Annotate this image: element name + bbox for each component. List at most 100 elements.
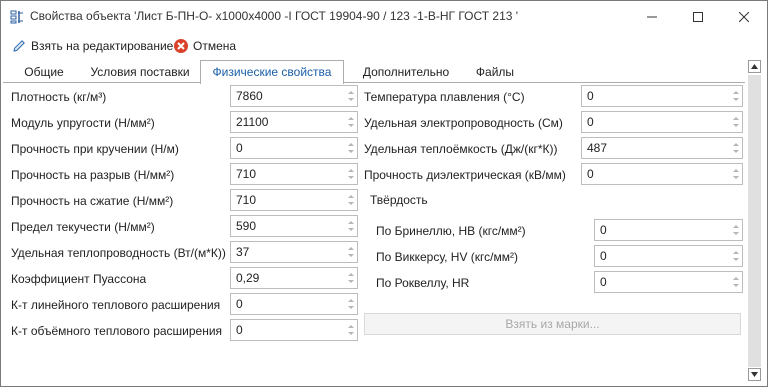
spin-down-icon bbox=[348, 254, 354, 257]
poisson-ratio-input[interactable]: 0,29 bbox=[230, 267, 358, 289]
spin-control[interactable] bbox=[730, 112, 742, 132]
yield-strength-input[interactable]: 590 bbox=[230, 215, 358, 237]
spin-control[interactable] bbox=[345, 138, 357, 158]
spin-control[interactable] bbox=[730, 246, 742, 266]
spin-control[interactable] bbox=[345, 242, 357, 262]
vickers-label: По Виккерсу, HV (кгс/мм²) bbox=[376, 250, 518, 264]
spin-up-icon bbox=[348, 169, 354, 172]
scroll-up-icon bbox=[751, 64, 758, 69]
tab-delivery-conditions[interactable]: Условия поставки bbox=[81, 62, 199, 83]
spin-up-icon bbox=[733, 169, 739, 172]
tab-files[interactable]: Файлы bbox=[465, 62, 525, 83]
brinell-label: По Бринеллю, НВ (кгс/мм²) bbox=[376, 224, 526, 238]
spin-control[interactable] bbox=[345, 216, 357, 236]
close-icon bbox=[739, 11, 749, 22]
dielectric-strength-label: Прочность диэлектрическая (кВ/мм) bbox=[364, 168, 566, 182]
minimize-icon bbox=[647, 16, 657, 17]
take-from-grade-button[interactable]: Взять из марки... bbox=[364, 313, 741, 335]
spin-control[interactable] bbox=[730, 220, 742, 240]
title-bar: Свойства объекта 'Лист Б-ПН-О- х1000х400… bbox=[1, 1, 767, 32]
spin-down-icon bbox=[733, 150, 739, 153]
spin-down-icon bbox=[348, 150, 354, 153]
torsion-strength-label: Прочность при кручении (Н/м) bbox=[11, 142, 179, 156]
density-label: Плотность (кг/м³) bbox=[11, 90, 107, 104]
density-input[interactable]: 7860 bbox=[230, 85, 358, 107]
app-icon bbox=[10, 10, 23, 24]
poisson-ratio-label: Коэффициент Пуассона bbox=[11, 272, 147, 286]
spin-down-icon bbox=[348, 124, 354, 127]
scroll-down-button[interactable] bbox=[748, 368, 761, 381]
electrical-conductivity-value: 0 bbox=[587, 115, 594, 129]
tensile-strength-label: Прочность на разрыв (Н/мм²) bbox=[11, 168, 175, 182]
compressive-strength-input[interactable]: 710 bbox=[230, 189, 358, 211]
spin-up-icon bbox=[733, 117, 739, 120]
melting-temp-value: 0 bbox=[587, 89, 594, 103]
volume-expansion-input[interactable]: 0 bbox=[230, 319, 358, 341]
tensile-strength-input[interactable]: 710 bbox=[230, 163, 358, 185]
spin-up-icon bbox=[348, 143, 354, 146]
volume-expansion-label: К-т объёмного теплового расширения bbox=[11, 324, 223, 338]
volume-expansion-value: 0 bbox=[236, 323, 243, 337]
spin-up-icon bbox=[733, 277, 739, 280]
spin-down-icon bbox=[348, 98, 354, 101]
spin-down-icon bbox=[733, 284, 739, 287]
spin-control[interactable] bbox=[345, 164, 357, 184]
spin-control[interactable] bbox=[730, 272, 742, 292]
thermal-conductivity-input[interactable]: 37 bbox=[230, 241, 358, 263]
spin-control[interactable] bbox=[345, 320, 357, 340]
elastic-modulus-value: 21100 bbox=[236, 115, 269, 129]
spin-down-icon bbox=[348, 176, 354, 179]
window-title: Свойства объекта 'Лист Б-ПН-О- х1000х400… bbox=[30, 9, 519, 23]
spin-up-icon bbox=[733, 251, 739, 254]
spin-up-icon bbox=[348, 117, 354, 120]
physical-properties-panel: Плотность (кг/м³) 7860 Модуль упругости … bbox=[3, 83, 745, 386]
melting-temp-input[interactable]: 0 bbox=[581, 85, 743, 107]
maximize-button[interactable] bbox=[675, 1, 721, 32]
electrical-conductivity-input[interactable]: 0 bbox=[581, 111, 743, 133]
rockwell-label: По Роквеллу, HR bbox=[376, 276, 470, 290]
rockwell-input[interactable]: 0 bbox=[594, 271, 743, 293]
close-button[interactable] bbox=[721, 1, 767, 32]
minimize-button[interactable] bbox=[629, 1, 675, 32]
hardness-title: Твёрдость bbox=[370, 193, 428, 207]
heat-capacity-value: 487 bbox=[587, 141, 608, 155]
spin-down-icon bbox=[348, 202, 354, 205]
spin-control[interactable] bbox=[730, 86, 742, 106]
spin-up-icon bbox=[733, 143, 739, 146]
cancel-label: Отмена bbox=[193, 39, 237, 53]
tab-physical-properties[interactable]: Физические свойства bbox=[200, 60, 344, 84]
linear-expansion-label: К-т линейного теплового расширения bbox=[11, 298, 221, 312]
heat-capacity-input[interactable]: 487 bbox=[581, 137, 743, 159]
tab-general[interactable]: Общие bbox=[13, 62, 75, 83]
spin-down-icon bbox=[733, 176, 739, 179]
spin-control[interactable] bbox=[345, 112, 357, 132]
brinell-input[interactable]: 0 bbox=[594, 219, 743, 241]
tab-additional[interactable]: Дополнительно bbox=[347, 62, 465, 83]
spin-control[interactable] bbox=[345, 268, 357, 288]
spin-control[interactable] bbox=[730, 138, 742, 158]
vickers-value: 0 bbox=[600, 249, 607, 263]
spin-control[interactable] bbox=[345, 294, 357, 314]
spin-down-icon bbox=[348, 332, 354, 335]
vickers-input[interactable]: 0 bbox=[594, 245, 743, 267]
poisson-ratio-value: 0,29 bbox=[236, 271, 260, 285]
take-for-edit-label: Взять на редактирование bbox=[31, 39, 174, 53]
thermal-conductivity-label: Удельная теплопроводность (Вт/(м*К)) bbox=[11, 246, 226, 260]
linear-expansion-value: 0 bbox=[236, 297, 243, 311]
scrollbar-thumb[interactable] bbox=[748, 75, 761, 367]
take-for-edit-button[interactable]: Взять на редактирование bbox=[11, 36, 173, 56]
elastic-modulus-input[interactable]: 21100 bbox=[230, 111, 358, 133]
linear-expansion-input[interactable]: 0 bbox=[230, 293, 358, 315]
torsion-strength-input[interactable]: 0 bbox=[230, 137, 358, 159]
spin-down-icon bbox=[733, 258, 739, 261]
vertical-scrollbar[interactable] bbox=[746, 58, 763, 384]
dielectric-strength-input[interactable]: 0 bbox=[581, 163, 743, 185]
cancel-button[interactable]: Отмена bbox=[173, 36, 236, 56]
scroll-up-button[interactable] bbox=[748, 60, 761, 73]
spin-control[interactable] bbox=[730, 164, 742, 184]
spin-control[interactable] bbox=[345, 86, 357, 106]
spin-control[interactable] bbox=[345, 190, 357, 210]
spin-up-icon bbox=[348, 91, 354, 94]
spin-up-icon bbox=[348, 273, 354, 276]
melting-temp-label: Температура плавления (°С) bbox=[364, 90, 525, 104]
